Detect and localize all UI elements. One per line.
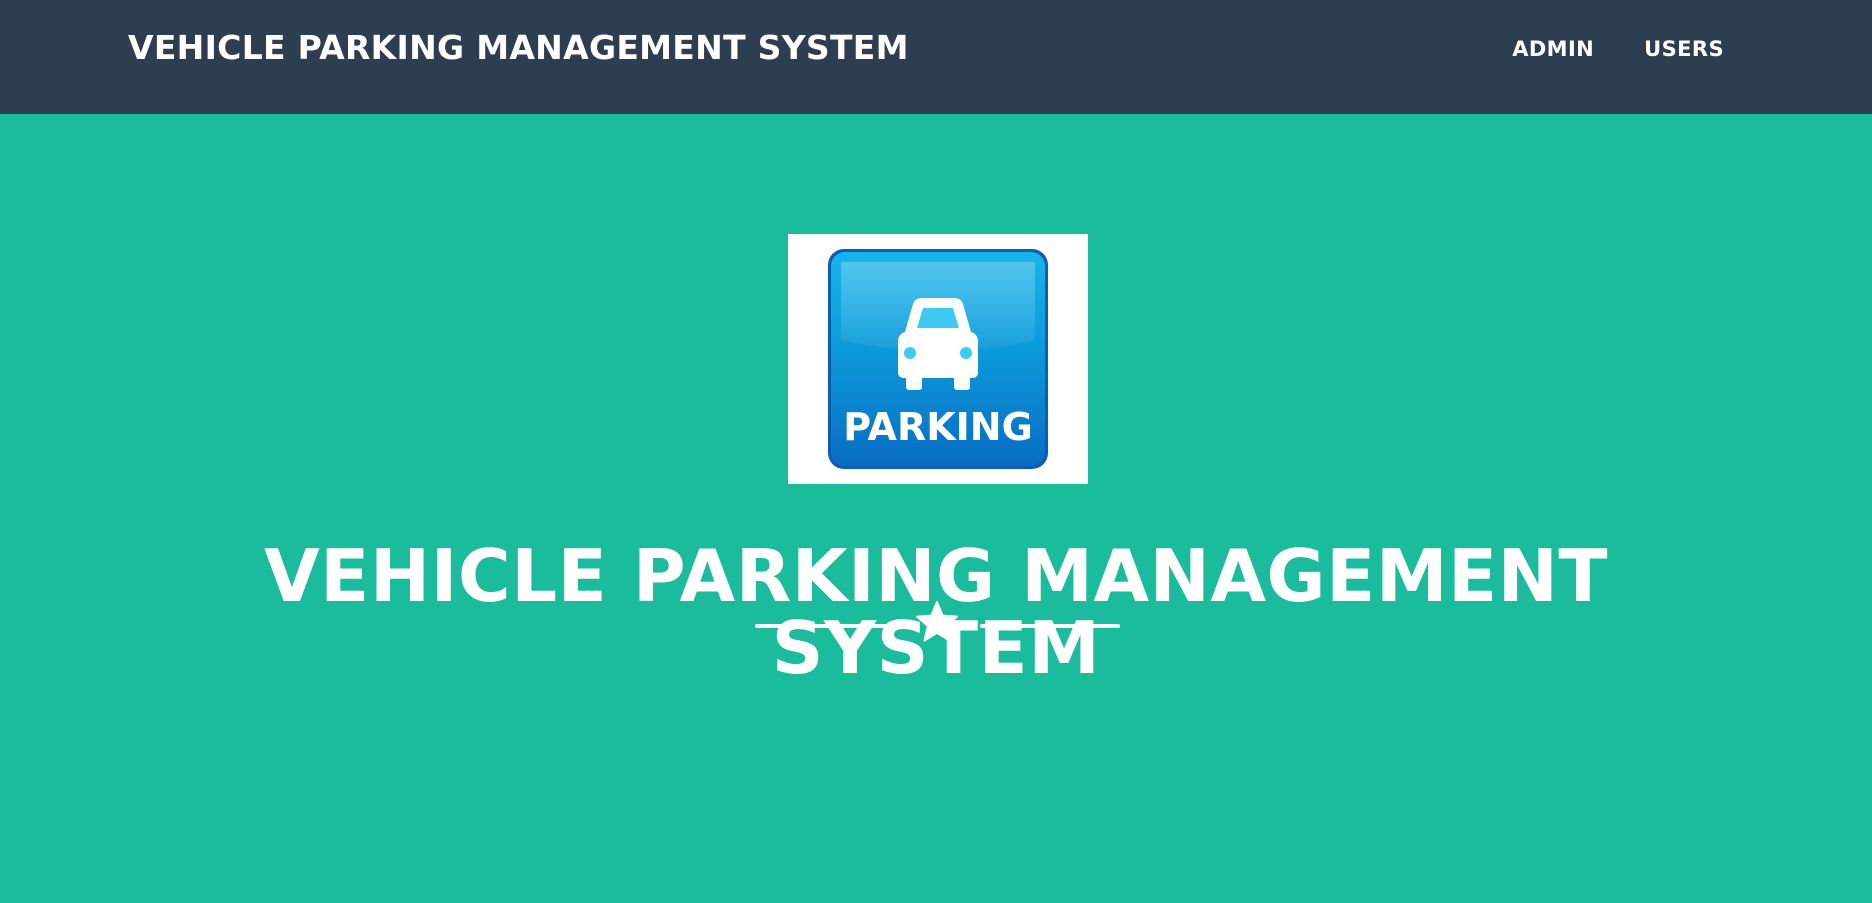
masthead: PARKING VEHICLE PARKING MANAGEMENT SYSTE… (0, 114, 1872, 903)
parking-logo: PARKING (788, 234, 1088, 484)
navbar: VEHICLE PARKING MANAGEMENT SYSTEM ADMIN … (0, 0, 1872, 114)
divider-line-right (980, 624, 1120, 628)
nav-link-users[interactable]: USERS (1644, 37, 1724, 61)
divider-line-left (755, 624, 895, 628)
navbar-brand[interactable]: VEHICLE PARKING MANAGEMENT SYSTEM (128, 28, 909, 67)
nav-links: ADMIN USERS (1512, 37, 1724, 61)
star-icon (916, 601, 958, 642)
nav-link-admin[interactable]: ADMIN (1512, 37, 1594, 61)
parking-sign-text: PARKING (843, 405, 1033, 449)
